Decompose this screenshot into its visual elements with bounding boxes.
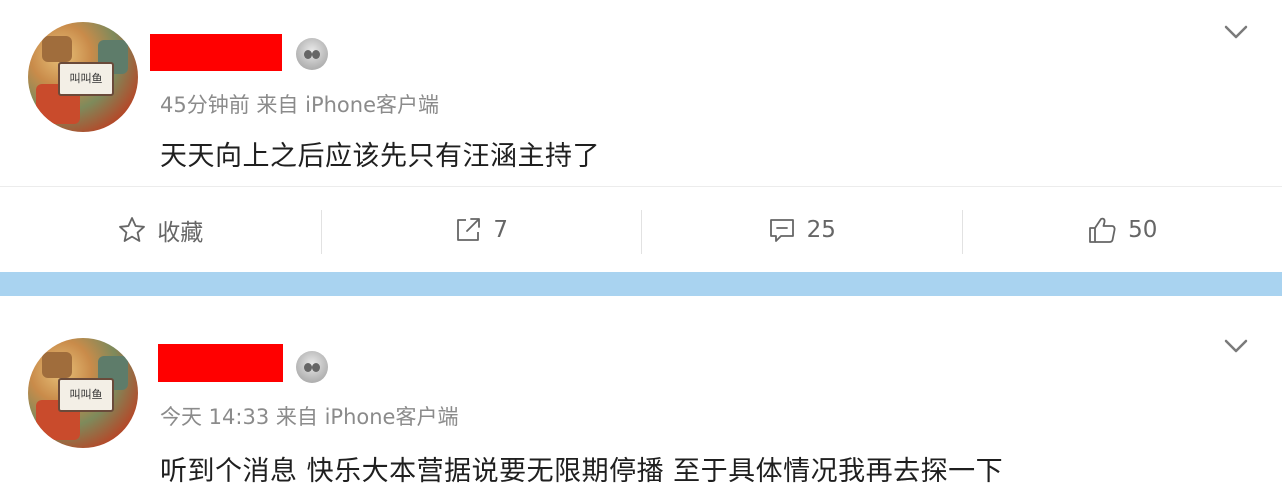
- source-prefix: 来自: [275, 405, 318, 429]
- post-content: 听到个消息 快乐大本营据说要无限期停播 至于具体情况我再去探一下: [160, 456, 1004, 487]
- favorite-button[interactable]: 收藏: [0, 188, 321, 272]
- member-badge-icon: [296, 38, 328, 70]
- post-time: 今天 14:33: [160, 405, 270, 429]
- like-count: 50: [1128, 217, 1158, 243]
- source-prefix: 来自: [256, 93, 299, 117]
- post-source[interactable]: iPhone客户端: [305, 93, 439, 117]
- avatar-decoration: [42, 352, 72, 378]
- chevron-down-icon[interactable]: [1224, 338, 1248, 354]
- member-badge-icon: [296, 351, 328, 383]
- comment-icon: [769, 219, 794, 242]
- repost-count: 7: [493, 217, 509, 243]
- post-source[interactable]: iPhone客户端: [325, 405, 459, 429]
- repost-button[interactable]: 7: [320, 188, 642, 272]
- feed-separator: [0, 272, 1282, 296]
- avatar-sign: 叫叫鱼: [58, 62, 114, 96]
- favorite-label: 收藏: [157, 220, 204, 246]
- avatar-decoration: [42, 36, 72, 62]
- action-bar: 收藏 7 25 50: [0, 188, 1282, 272]
- thumbs-up-icon: [1089, 217, 1116, 243]
- username-redacted[interactable]: [158, 344, 283, 382]
- comment-button[interactable]: 25: [641, 188, 962, 272]
- star-icon: [119, 217, 146, 242]
- post-time: 45分钟前: [160, 93, 250, 117]
- post-meta: 今天 14:33 来自 iPhone客户端: [160, 401, 458, 431]
- avatar[interactable]: 叫叫鱼: [28, 22, 138, 132]
- username-redacted[interactable]: [150, 34, 282, 71]
- like-button[interactable]: 50: [961, 188, 1282, 272]
- divider: [0, 186, 1282, 187]
- post-content: 天天向上之后应该先只有汪涵主持了: [160, 141, 600, 172]
- avatar[interactable]: 叫叫鱼: [28, 338, 138, 448]
- feed-post: 叫叫鱼 45分钟前 来自 iPhone客户端 天天向上之后应该先只有汪涵主持了 …: [0, 0, 1282, 272]
- avatar-sign: 叫叫鱼: [58, 378, 114, 412]
- chevron-down-icon[interactable]: [1224, 24, 1248, 40]
- post-meta: 45分钟前 来自 iPhone客户端: [160, 89, 439, 119]
- share-icon: [457, 218, 481, 241]
- weibo-feed: 叫叫鱼 45分钟前 来自 iPhone客户端 天天向上之后应该先只有汪涵主持了 …: [0, 0, 1282, 504]
- feed-post: 叫叫鱼 今天 14:33 来自 iPhone客户端 听到个消息 快乐大本营据说要…: [0, 296, 1282, 504]
- comment-count: 25: [806, 217, 836, 243]
